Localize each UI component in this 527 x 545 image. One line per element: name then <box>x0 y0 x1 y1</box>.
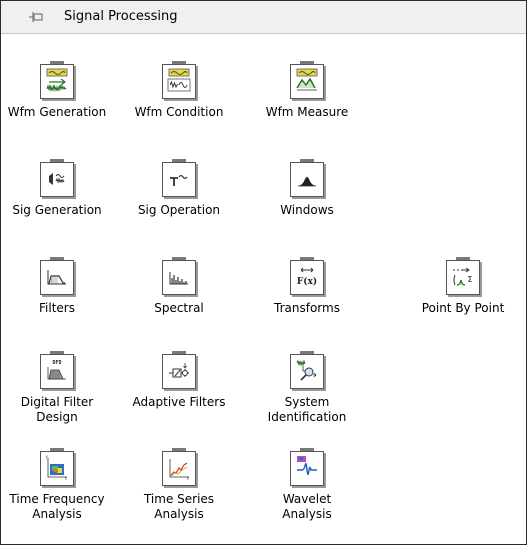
folder-icon <box>40 61 74 99</box>
adaptive-filters-icon <box>169 363 189 378</box>
palette-item-label: Sig Operation <box>137 203 221 217</box>
folder-icon: DFD <box>40 351 74 389</box>
palette-item-system-identification[interactable]: System Identification <box>251 351 363 425</box>
thumbtack-icon[interactable] <box>26 8 44 26</box>
palette-item-label: Digital Filter Design <box>20 395 94 424</box>
palette-item-point-by-point[interactable]: Σ Point By Point <box>407 257 519 316</box>
windows-icon <box>298 177 316 187</box>
palette-item-spectral[interactable]: Spectral <box>123 257 235 316</box>
folder-icon <box>162 257 196 295</box>
folder-icon <box>290 61 324 99</box>
svg-text:DFD: DFD <box>52 360 61 366</box>
filters-icon <box>47 270 66 285</box>
palette-item-windows[interactable]: Windows <box>251 159 363 218</box>
waveform-condition-icon <box>167 68 191 92</box>
signal-generation-icon <box>49 173 65 185</box>
transforms-icon: F(x) <box>297 267 317 287</box>
wavelet-analysis-icon <box>297 456 317 476</box>
palette-item-label: Time Series Analysis <box>143 492 215 521</box>
folder-icon <box>40 159 74 197</box>
folder-icon: t f <box>40 448 74 486</box>
palette-item-label: Windows <box>280 203 334 217</box>
system-identification-icon <box>296 359 317 381</box>
palette-item-adaptive-filters[interactable]: Adaptive Filters <box>123 351 235 410</box>
palette-item-label: Spectral <box>154 301 204 315</box>
palette-item-label: Transforms <box>274 301 340 315</box>
palette-item-label: Filters <box>39 301 75 315</box>
folder-icon <box>162 61 196 99</box>
folder-icon <box>290 448 324 486</box>
palette-item-label: Wfm Measure <box>265 105 349 119</box>
signal-operation-icon <box>170 174 188 186</box>
folder-icon <box>162 159 196 197</box>
palette-item-filters[interactable]: Filters <box>1 257 113 316</box>
folder-icon: F(x) <box>290 257 324 295</box>
palette-title: Signal Processing <box>64 9 178 24</box>
folder-icon: Σ <box>446 257 480 295</box>
palette-item-time-frequency-analysis[interactable]: t f Time Frequency Analysis <box>1 448 113 522</box>
time-series-analysis-icon: t <box>169 459 189 481</box>
folder-icon <box>290 351 324 389</box>
palette-item-sig-generation[interactable]: Sig Generation <box>1 159 113 218</box>
folder-icon <box>162 351 196 389</box>
palette-item-wfm-generation[interactable]: Wfm Generation <box>1 61 113 120</box>
palette-item-time-series-analysis[interactable]: t Time Series Analysis <box>123 448 235 522</box>
point-by-point-icon: Σ <box>453 267 473 286</box>
svg-text:F(x): F(x) <box>297 276 317 287</box>
folder-icon: t <box>162 448 196 486</box>
palette-item-digital-filter-design[interactable]: DFD Digital Filter Design <box>1 351 113 425</box>
palette-item-label: System Identification <box>267 395 347 424</box>
time-frequency-analysis-icon: t f <box>46 455 67 481</box>
palette-item-wfm-measure[interactable]: Wfm Measure <box>251 61 363 120</box>
palette-item-label: Time Frequency Analysis <box>9 492 105 521</box>
palette-item-transforms[interactable]: F(x) Transforms <box>251 257 363 316</box>
palette-item-label: Adaptive Filters <box>132 395 226 409</box>
folder-icon <box>40 257 74 295</box>
waveform-generation-icon <box>46 68 68 92</box>
signal-processing-palette: Signal Processing Wfm Generation Wfm Con… <box>0 0 527 545</box>
palette-item-wavelet-analysis[interactable]: Wavelet Analysis <box>251 448 363 522</box>
digital-filter-design-icon: DFD <box>47 360 66 380</box>
palette-item-sig-operation[interactable]: Sig Operation <box>123 159 235 218</box>
svg-text:Σ: Σ <box>467 275 472 284</box>
palette-item-label: Sig Generation <box>12 203 102 217</box>
palette-item-label: Wfm Condition <box>134 105 224 119</box>
palette-item-label: Wavelet Analysis <box>282 492 332 521</box>
waveform-measure-icon <box>296 68 318 91</box>
palette-titlebar: Signal Processing <box>1 1 526 34</box>
palette-item-label: Point By Point <box>421 301 505 315</box>
palette-item-label: Wfm Generation <box>7 105 107 119</box>
folder-icon <box>290 159 324 197</box>
palette-item-wfm-condition[interactable]: Wfm Condition <box>123 61 235 120</box>
spectral-icon <box>169 272 188 285</box>
